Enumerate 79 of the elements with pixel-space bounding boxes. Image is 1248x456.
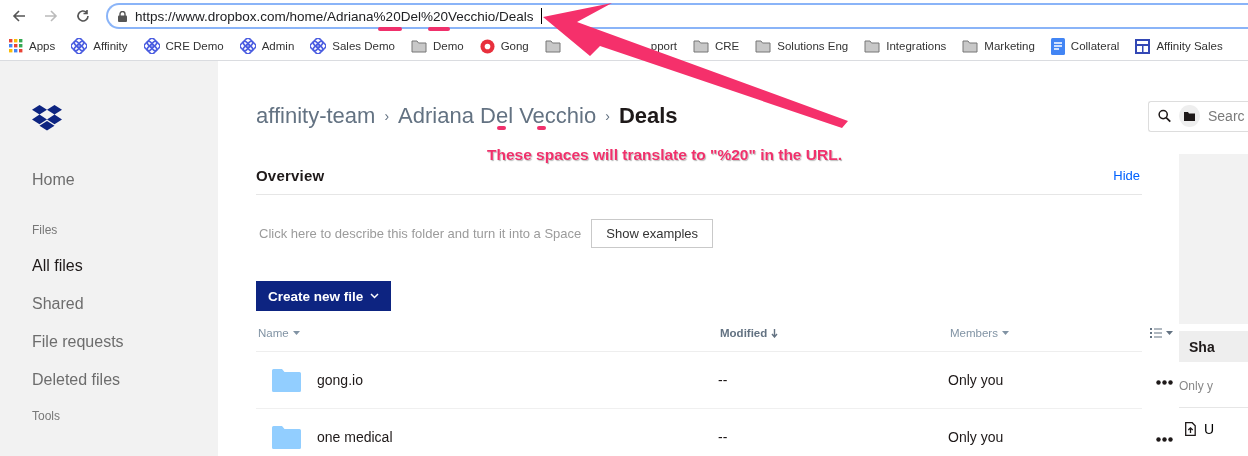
arrow-left-icon [12, 9, 26, 23]
bookmark[interactable]: Marketing [984, 40, 1035, 52]
breadcrumb-item[interactable]: affinity-team [256, 103, 376, 129]
table-cell-text: -- [718, 429, 729, 445]
dropbox-logo[interactable] [32, 105, 62, 131]
share-button[interactable]: Sha [1179, 331, 1248, 362]
bookmark[interactable]: Sales Demo [332, 40, 395, 52]
show-examples-button[interactable]: Show examples [591, 218, 714, 248]
chevron-down-icon [370, 293, 380, 299]
bookmark[interactable]: Affinity [93, 40, 128, 52]
folder-icon [962, 39, 979, 53]
folder-icon [693, 39, 709, 53]
breadcrumb-item[interactable]: Adriana Del Vecchio [398, 103, 597, 129]
folder-icon [544, 39, 561, 53]
arrow-right-icon [44, 9, 58, 23]
breadcrumb-item: Deals [618, 103, 678, 129]
search-box[interactable]: Searc [1148, 100, 1248, 132]
url-text: https://www.dropbox.com/home/Adriana%20Del%20Vecchio/Deals [135, 8, 534, 24]
bookmark[interactable]: Admin [261, 40, 295, 52]
apps-grid-icon [9, 39, 23, 53]
bookmark[interactable]: Integrations [886, 40, 947, 52]
sort-down-icon [771, 328, 779, 338]
more-icon [1155, 436, 1173, 442]
hide-link[interactable]: Hide [1113, 167, 1142, 183]
bookmark[interactable]: Gong [500, 40, 529, 52]
nav-item[interactable]: All files [32, 257, 83, 275]
table-cell-text: -- [718, 372, 729, 388]
file-name[interactable]: gong.io [317, 372, 363, 388]
breadcrumb-separator: › [605, 108, 610, 124]
sharing-note: Only y [1179, 379, 1248, 408]
lock-icon [118, 10, 127, 22]
bookmark[interactable]: CRE Demo [165, 40, 224, 52]
knot-icon [71, 38, 88, 54]
bookmark[interactable]: Apps [29, 40, 56, 52]
bookmark[interactable]: CRE [715, 40, 740, 52]
caret-icon [1166, 331, 1173, 335]
highlight-mark [497, 126, 506, 130]
caret-icon [1001, 331, 1009, 335]
list-icon [1150, 328, 1162, 338]
folder-icon [864, 39, 881, 53]
folder-icon [755, 39, 772, 53]
section-heading: Tools [32, 409, 61, 423]
highlight-mark [428, 27, 450, 31]
knot-icon [239, 38, 256, 54]
file-name[interactable]: one medical [317, 429, 393, 445]
section-heading: Files [32, 223, 59, 237]
reload-icon [76, 9, 90, 23]
nav-item[interactable]: Home [32, 171, 75, 189]
layout-icon [1135, 38, 1151, 54]
nav-item[interactable]: Deleted files [32, 371, 121, 389]
folder-icon [1184, 111, 1196, 121]
knot-icon [143, 38, 160, 54]
folder-icon [272, 368, 301, 392]
highlight-mark [537, 126, 546, 130]
table-cell-text: Only you [948, 372, 1005, 388]
address-bar[interactable]: https://www.dropbox.com/home/Adriana%20Del%20Vecchio/Deals [106, 3, 1248, 29]
more-icon [1155, 379, 1173, 385]
bookmark[interactable]: Solutions Eng [777, 40, 849, 52]
bookmark[interactable]: Collateral [1070, 40, 1120, 52]
bookmark[interactable]: pport [650, 40, 677, 52]
upload-item[interactable]: U [1179, 420, 1221, 438]
bookmark[interactable]: Affinity Sales [1156, 40, 1223, 52]
annotation-text: These spaces will translate to "%20" in the URL. [487, 146, 842, 164]
section-title: Overview [256, 166, 325, 184]
bookmark[interactable]: Demo [432, 40, 464, 52]
caret-icon [292, 331, 300, 335]
folder-icon [410, 39, 427, 53]
document-icon [1050, 37, 1065, 55]
table-cell-text: Only you [948, 429, 1005, 445]
create-new-file-button[interactable]: Create new file [256, 281, 392, 311]
upload-file-icon [1185, 422, 1196, 436]
column-header[interactable]: Modified [718, 327, 948, 339]
nav-item[interactable]: File requests [32, 333, 124, 351]
highlight-mark [378, 27, 402, 31]
breadcrumb-separator: › [384, 108, 390, 124]
knot-icon [310, 38, 327, 54]
search-icon [1158, 109, 1172, 123]
nav-item[interactable]: Shared [32, 295, 84, 313]
folder-icon [272, 425, 301, 449]
